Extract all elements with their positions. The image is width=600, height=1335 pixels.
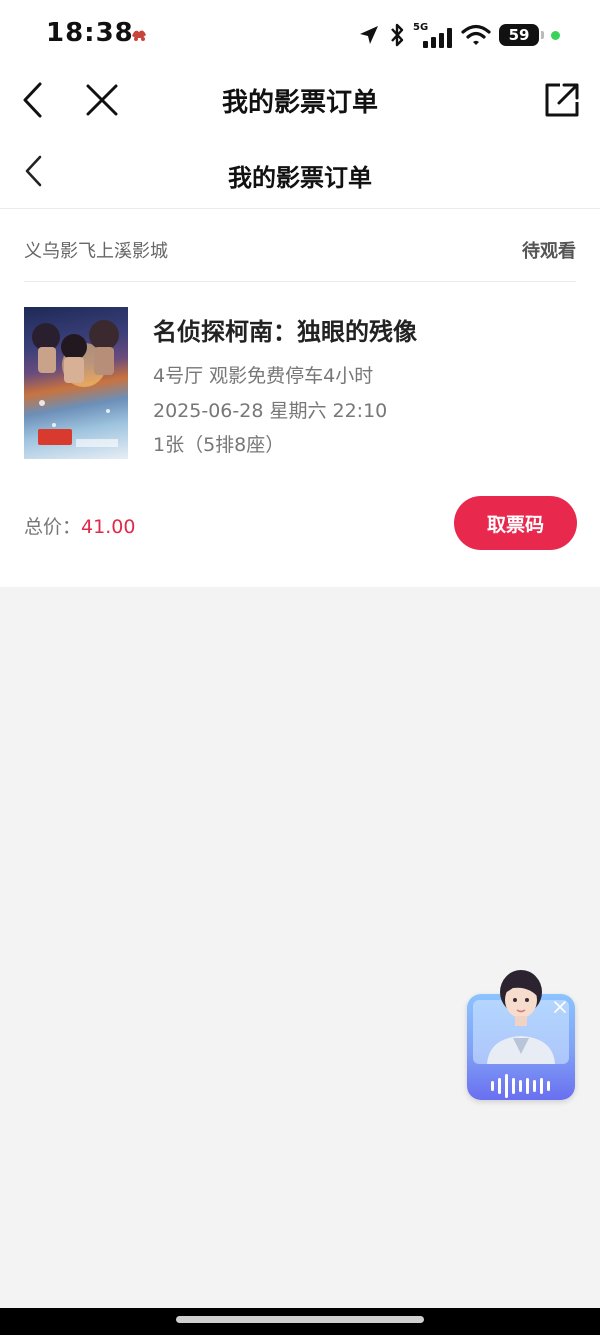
movie-poster [24,307,128,459]
inner-nav-bar: 我的影票订单 [0,134,600,209]
seat-info: 1张（5排8座） [153,434,285,456]
signal-icon: 5G [413,22,453,48]
floating-assistant[interactable] [467,966,575,1102]
inner-page-title: 我的影票订单 [228,164,372,192]
location-arrow-icon [360,26,378,44]
battery-level: 59 [508,26,530,44]
privacy-indicator-dot [551,30,560,40]
total-price-row: 总价：41.00 [24,512,135,539]
share-icon [545,83,579,117]
order-status: 待观看 [522,241,576,262]
bluetooth-icon [391,23,404,47]
status-icons: 5G 59 [357,20,560,50]
app-notification-icon [132,30,146,41]
outer-nav-bar: 我的影票订单 [0,68,600,134]
assistant-close-icon[interactable] [553,1000,567,1014]
total-price: 41.00 [81,516,136,538]
status-bar: 18:38 5G 59 [0,0,600,68]
home-bar-area [0,1308,600,1335]
hall-info: 4号厅 观影免费停车4小时 [153,365,374,387]
total-label: 总价： [24,516,82,538]
movie-title: 名侦探柯南：独眼的残像 [153,318,417,346]
cinema-row: 义乌影飞上溪影城 待观看 [24,237,576,282]
share-button[interactable] [540,78,584,122]
status-time: 18:38 [46,18,134,48]
home-indicator[interactable] [176,1316,424,1323]
outer-page-title: 我的影票订单 [221,88,378,118]
cinema-name: 义乌影飞上溪影城 [24,241,168,262]
pickup-code-button[interactable]: 取票码 [454,496,577,550]
wifi-icon [461,24,491,45]
showtime: 2025-06-28 星期六 22:10 [153,400,388,422]
battery-icon: 59 [499,24,544,46]
order-card[interactable]: 义乌影飞上溪影城 待观看 名侦探柯南：独眼的残像 4号厅 观影免费停车4小时 2… [0,209,600,587]
